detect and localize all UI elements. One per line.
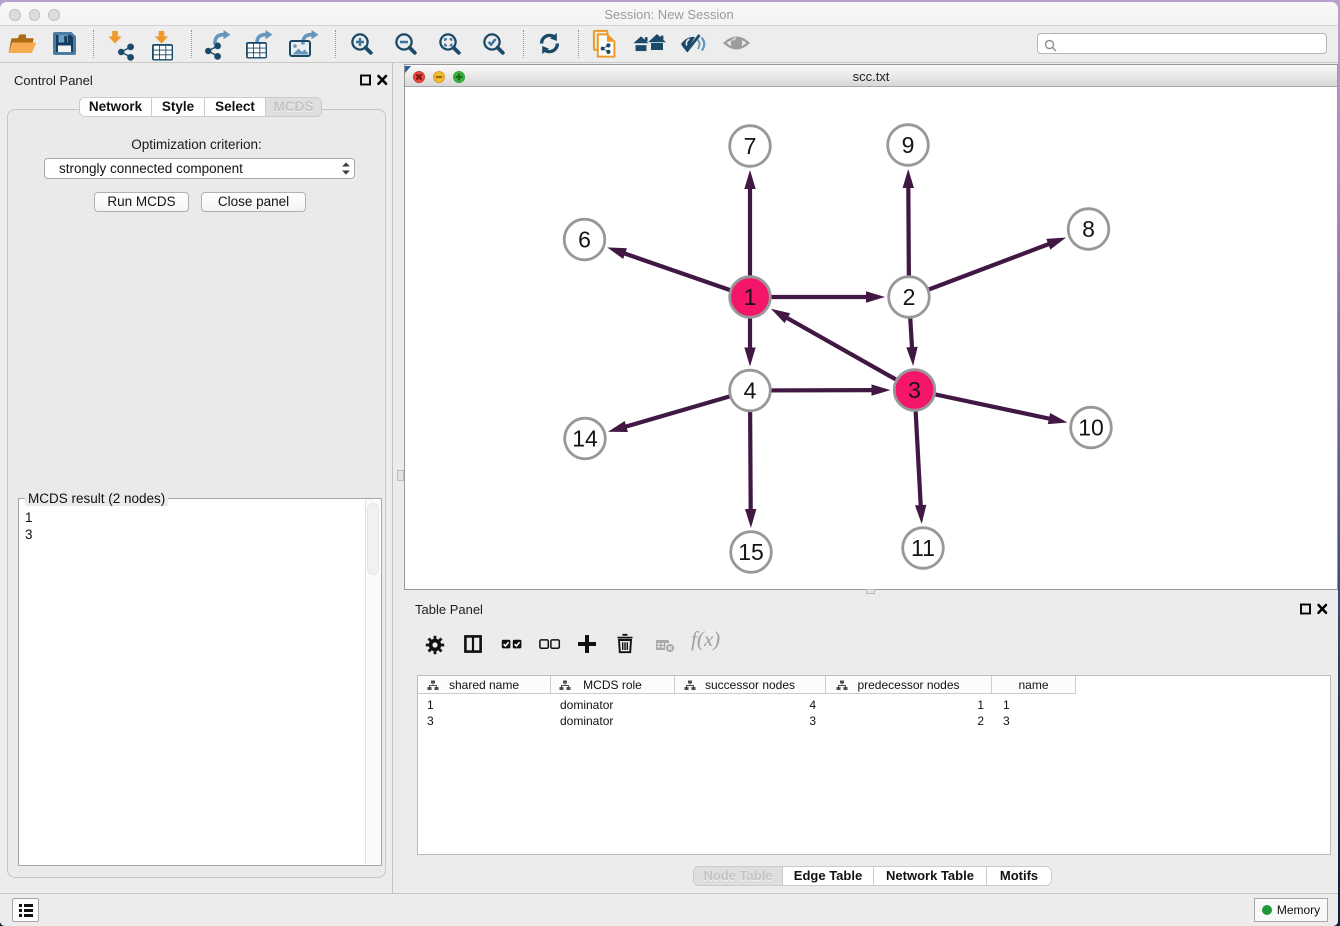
svg-text:11: 11 bbox=[911, 535, 935, 561]
svg-text:f(x): f(x) bbox=[691, 627, 720, 651]
svg-text:7: 7 bbox=[744, 133, 757, 159]
svg-text:8: 8 bbox=[1082, 216, 1095, 242]
svg-text:4: 4 bbox=[744, 378, 757, 404]
svg-text:2: 2 bbox=[903, 284, 916, 310]
svg-text:1: 1 bbox=[744, 284, 757, 310]
svg-text:14: 14 bbox=[572, 426, 598, 452]
svg-text:6: 6 bbox=[578, 227, 591, 253]
svg-text:9: 9 bbox=[902, 132, 915, 158]
svg-text:10: 10 bbox=[1078, 415, 1104, 441]
svg-text:15: 15 bbox=[738, 539, 764, 565]
svg-text:3: 3 bbox=[908, 377, 921, 403]
